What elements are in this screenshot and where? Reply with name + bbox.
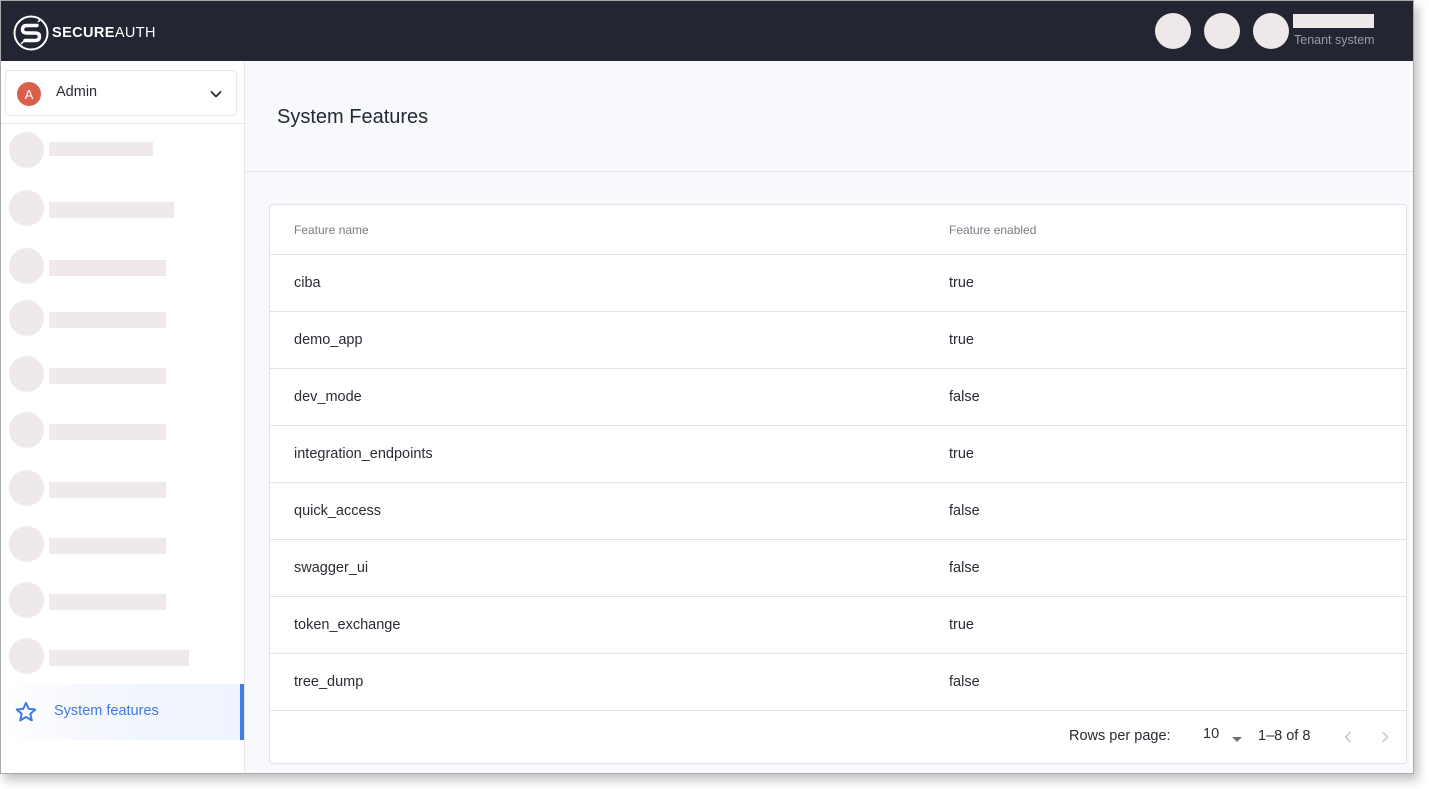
table-row[interactable]: token_exchange true <box>270 597 1406 654</box>
user-avatar[interactable] <box>1253 13 1289 49</box>
star-icon <box>15 701 37 722</box>
skeleton-label <box>49 202 174 218</box>
rows-per-page-value: 10 <box>1203 726 1220 742</box>
header-icon-button-2[interactable] <box>1204 13 1240 49</box>
skeleton-label <box>49 142 153 156</box>
skeleton-icon <box>9 248 44 284</box>
rows-per-page-select[interactable]: 10 <box>1195 721 1242 753</box>
feature-enabled-cell: false <box>949 389 980 405</box>
page-header: System Features <box>245 61 1413 172</box>
table-pagination: Rows per page: 10 1–8 of 8 <box>270 711 1406 763</box>
column-header-feature-name[interactable]: Feature name <box>294 205 369 254</box>
sidebar-item-system-features[interactable]: System features <box>1 684 244 740</box>
user-name-placeholder <box>1293 14 1374 28</box>
skeleton-icon <box>9 412 44 448</box>
brand-name: SECUREAUTH <box>52 25 156 41</box>
feature-name-cell: ciba <box>294 275 321 291</box>
table-row[interactable]: dev_mode false <box>270 369 1406 426</box>
table-header-row: Feature name Feature enabled <box>270 205 1406 255</box>
chevron-left-icon <box>1344 731 1351 743</box>
header-icon-button-1[interactable] <box>1155 13 1191 49</box>
workspace-selector[interactable]: A Admin <box>5 70 237 116</box>
table-row[interactable]: demo_app true <box>270 312 1406 369</box>
skeleton-icon <box>9 582 44 618</box>
sidebar-item-loading <box>9 300 239 336</box>
sidebar-item-loading <box>9 470 239 506</box>
chevron-right-icon <box>1382 731 1389 743</box>
feature-name-cell: demo_app <box>294 332 363 348</box>
pagination-range: 1–8 of 8 <box>1258 728 1311 744</box>
table-row[interactable]: swagger_ui false <box>270 540 1406 597</box>
skeleton-label <box>49 650 189 666</box>
feature-name-cell: swagger_ui <box>294 560 369 576</box>
feature-name-cell: quick_access <box>294 503 382 519</box>
feature-enabled-cell: true <box>949 617 974 633</box>
skeleton-label <box>49 424 166 440</box>
sidebar-divider <box>1 123 244 124</box>
table-row[interactable]: tree_dump false <box>270 654 1406 711</box>
sidebar-item-loading <box>9 356 239 392</box>
secureauth-logo[interactable]: SECUREAUTH <box>13 15 156 51</box>
sidebar-item-loading <box>9 132 239 168</box>
skeleton-label <box>49 594 166 610</box>
skeleton-label <box>49 538 166 554</box>
feature-name-cell: dev_mode <box>294 389 362 405</box>
feature-name-cell: token_exchange <box>294 617 401 633</box>
skeleton-label <box>49 482 166 498</box>
sidebar-item-loading <box>9 638 239 674</box>
sidebar: A Admin System features <box>1 61 245 773</box>
skeleton-label <box>49 260 166 276</box>
skeleton-label <box>49 312 166 328</box>
skeleton-icon <box>9 300 44 336</box>
main-content: System Features Feature name Feature ena… <box>245 61 1413 773</box>
app-window: SECUREAUTH Tenant system A Admin System … <box>0 0 1414 774</box>
secureauth-logo-icon <box>13 15 49 51</box>
feature-enabled-cell: false <box>949 503 980 519</box>
feature-enabled-cell: false <box>949 560 980 576</box>
skeleton-icon <box>9 638 44 674</box>
sidebar-item-label: System features <box>54 703 159 719</box>
previous-page-button[interactable] <box>1336 725 1360 749</box>
skeleton-icon <box>9 356 44 392</box>
brand-name-light: AUTH <box>114 25 156 41</box>
table-row[interactable]: integration_endpoints true <box>270 426 1406 483</box>
brand-name-bold: SECURE <box>52 25 115 41</box>
sidebar-item-loading <box>9 526 239 562</box>
column-header-feature-enabled[interactable]: Feature enabled <box>949 205 1036 254</box>
feature-name-cell: tree_dump <box>294 674 364 690</box>
feature-name-cell: integration_endpoints <box>294 446 433 462</box>
feature-enabled-cell: true <box>949 446 974 462</box>
top-bar: SECUREAUTH Tenant system <box>1 1 1413 61</box>
rows-per-page-label: Rows per page: <box>1069 728 1171 744</box>
sidebar-item-loading <box>9 582 239 618</box>
feature-enabled-cell: true <box>949 332 974 348</box>
skeleton-icon <box>9 190 44 226</box>
tenant-label: Tenant system <box>1294 33 1375 47</box>
chevron-down-icon <box>210 91 222 98</box>
workspace-label: Admin <box>56 84 98 100</box>
table-row[interactable]: quick_access false <box>270 483 1406 540</box>
skeleton-icon <box>9 526 44 562</box>
table-row[interactable]: ciba true <box>270 255 1406 312</box>
skeleton-icon <box>9 470 44 506</box>
sidebar-item-loading <box>9 190 239 226</box>
feature-enabled-cell: true <box>949 275 974 291</box>
feature-enabled-cell: false <box>949 674 980 690</box>
page-title: System Features <box>277 106 429 128</box>
sidebar-item-loading <box>9 248 239 284</box>
sidebar-item-loading <box>9 412 239 448</box>
skeleton-label <box>49 368 166 384</box>
caret-down-icon <box>1232 737 1242 742</box>
workspace-avatar: A <box>17 82 41 106</box>
next-page-button[interactable] <box>1373 725 1397 749</box>
features-table: Feature name Feature enabled ciba true d… <box>269 204 1407 764</box>
skeleton-icon <box>9 132 44 168</box>
